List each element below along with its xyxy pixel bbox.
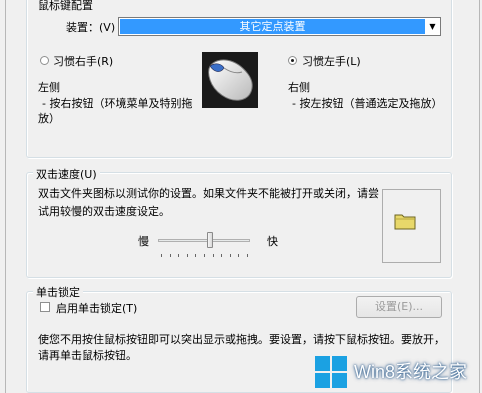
window-left-edge (5, 0, 6, 393)
speed-slider-thumb[interactable] (206, 232, 213, 248)
watermark-text: Win8系统之家 (354, 362, 468, 382)
device-select[interactable]: 其它定点装置 ▼ (118, 17, 441, 36)
slider-tick (204, 254, 205, 257)
slider-tick (169, 254, 171, 257)
button-config-title: 鼠标键配置 (35, 0, 96, 13)
windows-logo-icon (315, 356, 347, 388)
slider-tick (186, 254, 188, 257)
right-handed-radio[interactable] (40, 56, 49, 65)
slider-tick (195, 254, 197, 257)
device-select-value: 其它定点装置 (120, 19, 425, 34)
click-lock-settings-button[interactable]: 设置(E)... (356, 296, 442, 318)
device-label: 装置：(V) (66, 21, 116, 34)
test-folder-area[interactable] (382, 189, 441, 263)
slider-tick (212, 254, 214, 257)
slider-tick (229, 254, 231, 257)
speed-slider-track[interactable] (158, 239, 250, 242)
slider-tick (161, 254, 162, 257)
mouse-image (202, 52, 258, 108)
left-side-desc-line1: - 按右按钮（环境菜单及特别拖 (42, 97, 193, 110)
mouse-properties-panel: { "button_config": { "title": "鼠标键配置", "… (0, 0, 482, 393)
right-side-title: 右侧 (288, 81, 310, 94)
click-lock-desc-line1: 使您不用按住鼠标按钮即可以突出显示或拖拽。要设置，请按下鼠标按钮。要放开， (38, 333, 445, 346)
slider-tick (178, 254, 180, 257)
click-lock-title: 单击锁定 (33, 284, 83, 300)
slider-tick (221, 254, 223, 257)
click-lock-desc-line2: 请再单击鼠标按钮。 (38, 349, 137, 362)
slider-tick (238, 254, 240, 257)
mouse-icon (208, 59, 253, 101)
slider-tick (247, 254, 248, 257)
right-handed-label[interactable]: 习惯右手(R) (53, 53, 113, 69)
click-lock-checkbox-label[interactable]: 启用单击锁定(T) (56, 300, 137, 316)
left-handed-label[interactable]: 习惯左手(L) (302, 53, 361, 69)
left-side-desc-line2: 放） (38, 112, 60, 125)
fast-label: 快 (267, 235, 278, 248)
watermark: Win8系统之家 (312, 352, 482, 393)
click-lock-checkbox[interactable] (40, 302, 50, 312)
slow-label: 慢 (138, 235, 149, 248)
double-click-desc-line2: 试用较慢的双击速度设定。 (38, 205, 170, 218)
right-side-desc: - 按左按钮（普通选定及拖放） (292, 97, 443, 110)
left-handed-radio[interactable] (288, 56, 297, 65)
window-right-edge (479, 0, 480, 393)
settings-button-label: 设置(E)... (374, 300, 424, 313)
folder-icon[interactable] (394, 212, 416, 230)
chevron-down-icon[interactable]: ▼ (426, 19, 439, 34)
double-click-title: 双击速度(U) (33, 166, 100, 182)
left-side-title: 左侧 (38, 81, 60, 94)
double-click-desc-line1: 双击文件夹图标以测试你的设置。如果文件夹不能被打开或关闭，请尝 (38, 187, 379, 200)
